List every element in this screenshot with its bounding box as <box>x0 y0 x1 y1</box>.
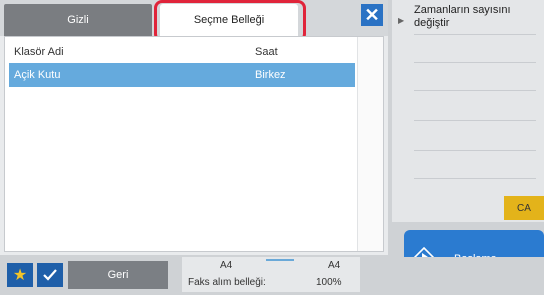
check-icon <box>43 269 57 281</box>
divider <box>414 178 536 179</box>
close-icon: ✕ <box>364 5 380 25</box>
folder-table: Klasör Adi Saat Açik Kutu Birkez <box>4 36 384 252</box>
close-button[interactable]: ✕ <box>361 4 383 26</box>
paper-size-left: A4 <box>220 260 233 271</box>
table-row[interactable]: Açik Kutu Birkez <box>9 63 355 87</box>
status-info: A4 A4 Faks alım belleği: 100% <box>182 257 360 292</box>
header-time: Saat <box>255 45 278 58</box>
divider <box>414 90 536 91</box>
fax-memory-label: Faks alım belleği: <box>188 277 266 288</box>
divider <box>414 34 536 35</box>
folder-dialog: Gizli Seçme Belleği ✕ Klasör Adi Saat Aç… <box>0 0 388 255</box>
tab-gizli[interactable]: Gizli <box>4 4 152 36</box>
side-panel-title[interactable]: Zamanların sayısını değiştir <box>414 4 540 30</box>
check-button[interactable] <box>37 263 63 287</box>
header-folder-name: Klasör Adi <box>14 45 64 58</box>
table-header: Klasör Adi Saat <box>9 40 355 64</box>
favorite-button[interactable]: ★ <box>7 263 33 287</box>
back-button[interactable]: Geri <box>68 261 168 289</box>
divider <box>414 62 536 63</box>
ca-button[interactable]: CA <box>504 196 544 220</box>
paper-size-right: A4 <box>328 260 341 271</box>
paper-indicator <box>266 259 294 261</box>
divider <box>414 120 536 121</box>
table-scrollbar[interactable] <box>357 37 383 251</box>
star-icon: ★ <box>12 267 28 284</box>
divider <box>414 150 536 151</box>
play-arrow-icon: ▶ <box>398 16 405 25</box>
fax-memory-value: 100% <box>316 277 342 288</box>
cell-time: Birkez <box>255 69 286 81</box>
cell-folder-name: Açik Kutu <box>14 69 61 81</box>
side-panel: ▶ Zamanların sayısını değiştir <box>392 0 544 222</box>
